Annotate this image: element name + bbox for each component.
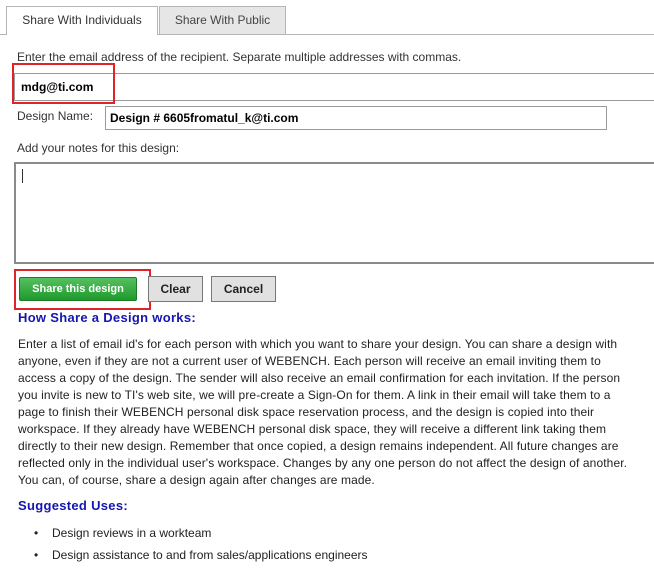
how-line: You can, of course, share a design again…	[18, 473, 375, 487]
list-item: • Design assistance to and from sales/app…	[34, 547, 368, 569]
how-line: workspace. If they already have WEBENCH …	[18, 422, 607, 436]
bullet-icon: •	[34, 526, 39, 540]
list-item: • Design reviews in a workteam	[34, 525, 368, 547]
bullet-icon: •	[34, 548, 39, 562]
suggested-uses-list: • Design reviews in a workteam • Design as…	[34, 525, 368, 569]
email-instruction: Enter the email address of the recipient…	[17, 50, 462, 64]
notes-textarea[interactable]	[14, 162, 654, 264]
how-line: you invite is new to TI's web site, we w…	[18, 388, 611, 402]
design-name-field[interactable]	[105, 106, 607, 130]
tab-share-individuals[interactable]: Share With Individuals	[6, 6, 158, 35]
how-line: access a copy of the design. The sender …	[18, 371, 621, 385]
email-field[interactable]	[14, 73, 654, 101]
tab-bar: Share With Individuals Share With Public	[0, 0, 654, 35]
clear-button[interactable]: Clear	[148, 276, 203, 302]
how-line: reflected only in the individual user's …	[18, 456, 628, 470]
how-it-works-heading: How Share a Design works:	[18, 310, 196, 325]
how-line: anyone, even if they are not a current u…	[18, 354, 601, 368]
list-item-label: Design assistance to and from sales/appl…	[52, 548, 368, 562]
notes-label: Add your notes for this design:	[17, 141, 180, 155]
text-caret	[22, 169, 23, 183]
list-item-label: Design reviews in a workteam	[52, 526, 212, 540]
share-design-button[interactable]: Share this design	[19, 277, 137, 301]
how-it-works-text: Enter a list of email id's for each pers…	[18, 336, 650, 489]
tab-share-public[interactable]: Share With Public	[159, 6, 286, 34]
how-line: directly to their new design. Remember t…	[18, 439, 619, 453]
suggested-uses-heading: Suggested Uses:	[18, 498, 128, 513]
cancel-button[interactable]: Cancel	[211, 276, 276, 302]
how-line: Enter a list of email id's for each pers…	[18, 337, 618, 351]
how-line: page to finish their WEBENCH personal di…	[18, 405, 595, 419]
design-name-label: Design Name:	[17, 109, 94, 123]
